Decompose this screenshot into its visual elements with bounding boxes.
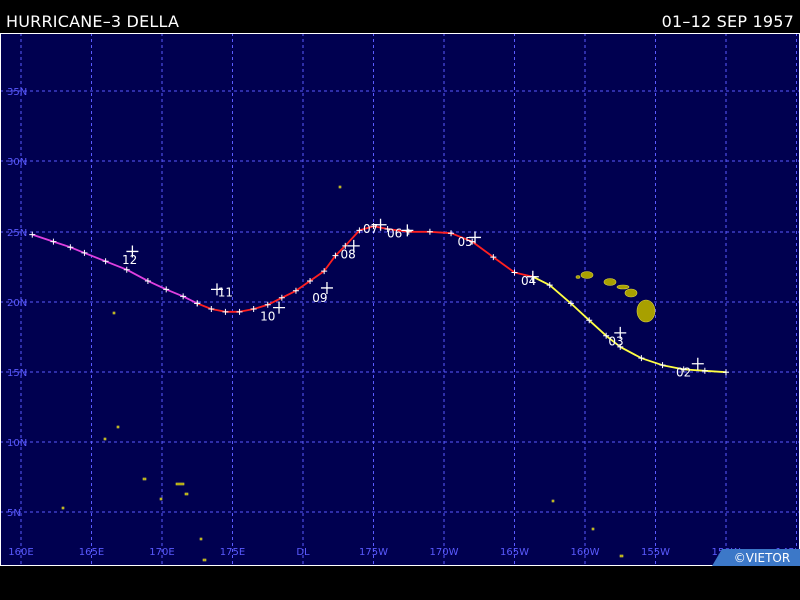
- latitude-label: 25N: [7, 228, 27, 239]
- islet: [199, 537, 203, 541]
- islet: [61, 506, 65, 510]
- day-label: 03: [608, 335, 623, 349]
- island-hawaii: [636, 299, 656, 323]
- longitude-label: 170E: [149, 547, 174, 558]
- watermark: ©VIETOR: [734, 551, 790, 565]
- track-map: 35N 30N 25N 20N 15N 10N 5N 160E 165E 170…: [0, 33, 800, 566]
- day-label: 02: [676, 365, 691, 379]
- island-kauai: [580, 271, 594, 279]
- latitude-label: 20N: [7, 298, 27, 309]
- latitude-label: 30N: [7, 157, 27, 168]
- islet: [112, 311, 116, 315]
- islet: [619, 554, 624, 558]
- islet: [202, 558, 207, 562]
- islet: [175, 482, 185, 486]
- longitude-label: 175W: [359, 547, 388, 558]
- day-label: 10: [260, 309, 275, 323]
- longitude-label: 170W: [430, 547, 459, 558]
- day-label: 05: [457, 235, 472, 249]
- islet: [591, 527, 595, 531]
- storm-title: HURRICANE–3 DELLA: [6, 12, 180, 31]
- islet: [551, 499, 555, 503]
- title-bar: HURRICANE–3 DELLA 01–12 SEP 1957: [0, 0, 800, 33]
- islet: [338, 185, 342, 189]
- longitude-label: 160W: [571, 547, 600, 558]
- day-label: 11: [218, 285, 233, 299]
- islet: [103, 437, 107, 441]
- islet: [159, 497, 163, 501]
- day-label: 09: [312, 291, 327, 305]
- latitude-label: 5N: [7, 508, 21, 519]
- islet: [116, 425, 120, 429]
- footer-bar: [0, 566, 800, 600]
- day-label: 08: [340, 248, 355, 262]
- longitude-label: 165E: [79, 547, 104, 558]
- day-label: 07: [363, 222, 378, 236]
- island-molokai: [616, 284, 630, 290]
- longitude-label: 175E: [220, 547, 245, 558]
- island-maui: [624, 288, 638, 298]
- date-range: 01–12 SEP 1957: [661, 12, 794, 31]
- islet: [184, 492, 189, 496]
- island-oahu: [603, 278, 617, 286]
- latitude-label: 35N: [7, 87, 27, 98]
- islet: [142, 477, 147, 481]
- latitude-label: 10N: [7, 438, 27, 449]
- ocean-background: [0, 33, 800, 566]
- island-niihau: [575, 275, 581, 279]
- day-label: 04: [521, 274, 536, 288]
- longitude-label: 155W: [641, 547, 670, 558]
- longitude-label: 160E: [8, 547, 33, 558]
- latitude-label: 15N: [7, 368, 27, 379]
- day-label: 12: [122, 253, 137, 267]
- longitude-label: DL: [296, 547, 310, 558]
- longitude-label: 165W: [500, 547, 529, 558]
- day-label: 06: [387, 226, 402, 240]
